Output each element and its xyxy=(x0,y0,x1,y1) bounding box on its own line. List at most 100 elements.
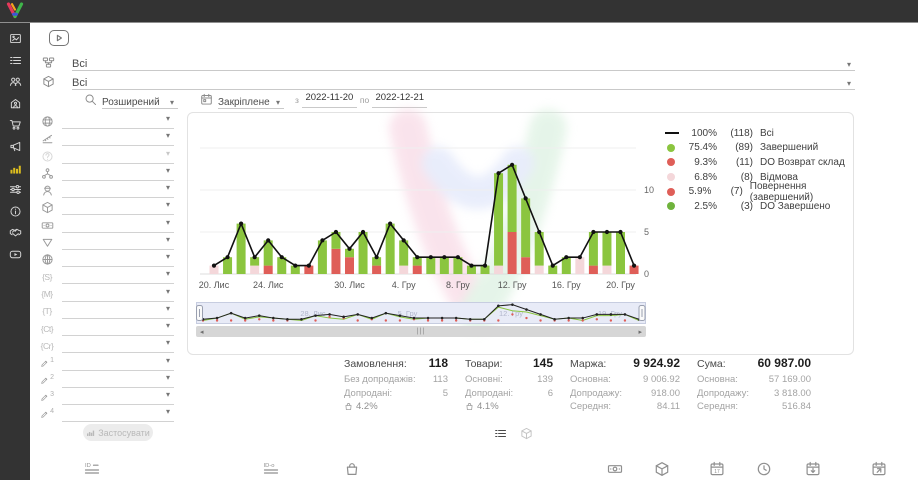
money-icon xyxy=(607,461,623,477)
legend-dot-marker xyxy=(667,173,675,181)
brace-ct-icon: {Ct} xyxy=(41,324,53,334)
footer-calendar-17-button[interactable]: 17 xyxy=(709,461,725,477)
dashboard-icon xyxy=(9,32,22,45)
filter-select-0[interactable]: ▾ xyxy=(62,114,174,129)
sidebar-item-cart[interactable] xyxy=(9,118,22,131)
sidebar-item-sliders[interactable] xyxy=(9,183,22,196)
legend-percent: 5.9% xyxy=(682,186,711,197)
date-to-input[interactable]: 2022-12-21 xyxy=(372,92,427,108)
stat-subrow: Допродані:6 xyxy=(465,387,553,401)
search-mode-select[interactable]: Розширений ▾ xyxy=(102,91,178,109)
navigator-handle[interactable] xyxy=(197,306,203,321)
footer-calendar-out-button[interactable] xyxy=(871,461,887,477)
chevron-down-icon: ▾ xyxy=(166,304,170,317)
sidebar-item-dashboard[interactable] xyxy=(9,32,22,45)
filter-select-9[interactable]: ▾ xyxy=(62,269,174,284)
svg-text:8. Гру: 8. Гру xyxy=(446,280,470,290)
footer-id-list-button[interactable]: ID xyxy=(84,461,100,477)
id-list-icon: ID xyxy=(84,461,100,477)
filter-select-14[interactable]: ▾ xyxy=(62,356,174,371)
banknote-icon xyxy=(41,219,54,232)
sidebar-item-people[interactable] xyxy=(9,75,22,88)
filter-select-13[interactable]: ▾ xyxy=(62,338,174,353)
svg-text:10: 10 xyxy=(644,185,654,195)
filter-row-funnel: ▾ xyxy=(40,234,174,251)
pencil-index: 3 xyxy=(50,391,54,404)
filter-row-agent: ▾ xyxy=(40,182,174,199)
footer-clock-button[interactable] xyxy=(756,461,772,477)
stat-column: Замовлення:118Без допродажів:113Допродан… xyxy=(344,356,448,414)
svg-text:16. Гру: 16. Гру xyxy=(552,280,581,290)
view-toggle xyxy=(494,427,533,440)
filter-select-12[interactable]: ▾ xyxy=(62,321,174,336)
filter-select-6[interactable]: ▾ xyxy=(62,218,174,233)
footer-package-button[interactable] xyxy=(654,461,670,477)
legend-item[interactable]: 5.9%(7)Повернення (завершений) xyxy=(665,184,853,199)
chevron-down-icon: ▾ xyxy=(166,183,170,196)
filter-select-2[interactable]: ▾ xyxy=(62,149,174,164)
chevron-down-icon: ▾ xyxy=(276,98,280,107)
filter-select-5[interactable]: ▾ xyxy=(62,200,174,215)
chevron-down-icon: ▾ xyxy=(166,252,170,265)
legend-item[interactable]: 9.3%(11)DO Возврат склад xyxy=(665,155,853,170)
app-logo-icon xyxy=(4,1,26,21)
footer-id-o-list-button[interactable]: ID-o xyxy=(263,461,279,477)
chevron-down-icon: ▾ xyxy=(170,98,174,107)
period-mode-value: Закріплене xyxy=(218,97,270,108)
date-from-input[interactable]: 2022-11-20 xyxy=(302,92,357,108)
filter-row-globe: ▾ xyxy=(40,113,174,130)
legend-item[interactable]: 75.4%(89)Завершений xyxy=(665,141,853,156)
sidebar-item-chart[interactable] xyxy=(9,162,22,175)
legend-count: (89) xyxy=(724,142,753,153)
status-group-select[interactable]: Всі ▾ xyxy=(72,53,855,71)
chevron-down-icon: ▾ xyxy=(166,166,170,179)
svg-text:0: 0 xyxy=(644,269,649,279)
legend-label: DO Возврат склад xyxy=(760,157,845,168)
footer-calendar-in-button[interactable] xyxy=(805,461,821,477)
sidebar-item-list[interactable] xyxy=(9,54,22,67)
date-from-label: з xyxy=(295,95,299,105)
footer-bag-button[interactable] xyxy=(344,461,360,477)
apply-filters-button[interactable]: Застосувати xyxy=(83,424,153,441)
legend-line-marker xyxy=(665,132,679,134)
funnel-icon xyxy=(41,236,54,249)
sidebar-item-video[interactable] xyxy=(9,248,22,261)
legend-item[interactable]: 100%(118)Всі xyxy=(665,126,853,141)
filter-select-17[interactable]: ▾ xyxy=(62,407,174,422)
app-logo[interactable] xyxy=(4,1,26,21)
filter-select-1[interactable]: ▾ xyxy=(62,131,174,146)
filter-select-16[interactable]: ▾ xyxy=(62,390,174,405)
filter-select-3[interactable]: ▾ xyxy=(62,166,174,181)
chart-navigator[interactable]: 28. Лис5. Гру12. Гру19. Гру xyxy=(196,302,646,324)
sidebar-item-info[interactable] xyxy=(9,205,22,218)
filter-select-10[interactable]: ▾ xyxy=(62,287,174,302)
filter-select-4[interactable]: ▾ xyxy=(62,183,174,198)
orders-chart[interactable]: 051020. Лис24. Лис30. Лис4. Гру8. Гру12.… xyxy=(194,117,664,301)
scroll-left-icon[interactable]: ◂ xyxy=(200,328,204,336)
product-filter-row: Всі ▾ xyxy=(42,72,855,90)
filter-select-11[interactable]: ▾ xyxy=(62,304,174,319)
filter-select-8[interactable]: ▾ xyxy=(62,252,174,267)
filter-select-7[interactable]: ▾ xyxy=(62,235,174,250)
sidebar-item-handshake[interactable] xyxy=(9,226,22,239)
filter-select-15[interactable]: ▾ xyxy=(62,373,174,388)
svg-text:20. Лис: 20. Лис xyxy=(199,280,230,290)
sidebar-item-megaphone[interactable] xyxy=(9,140,22,153)
video-tutorial-button[interactable] xyxy=(49,30,69,46)
legend-percent: 75.4% xyxy=(682,142,717,153)
view-toggle-package[interactable] xyxy=(520,427,533,440)
navigator-handle[interactable] xyxy=(639,306,645,321)
legend-dot-marker xyxy=(667,144,675,152)
chart-scrollbar[interactable]: ◂ ||| ▸ xyxy=(196,326,646,337)
product-select[interactable]: Всі ▾ xyxy=(72,72,855,90)
svg-text:ID: ID xyxy=(85,463,91,469)
scrollbar-grip[interactable]: ||| xyxy=(417,328,425,335)
period-mode-select[interactable]: Закріплене ▾ xyxy=(218,91,284,109)
sidebar-item-org[interactable] xyxy=(9,97,22,110)
view-toggle-list[interactable] xyxy=(494,427,507,440)
filter-row-pencil: 3▾ xyxy=(40,389,174,406)
scroll-right-icon[interactable]: ▸ xyxy=(638,328,642,336)
filter-row-brace-m: {M}▾ xyxy=(40,286,174,303)
stat-value: 145 xyxy=(533,356,553,370)
footer-money-button[interactable] xyxy=(607,461,623,477)
